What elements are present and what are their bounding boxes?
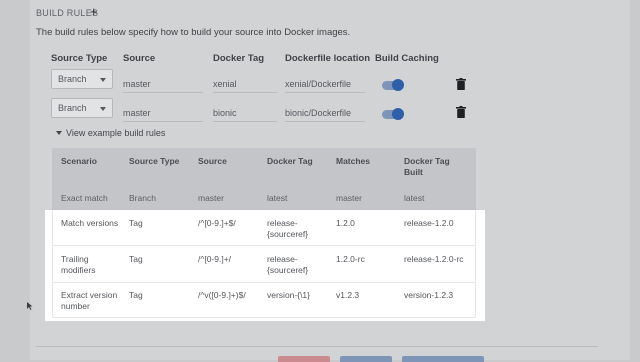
- trash-icon[interactable]: [456, 106, 466, 118]
- example-cell: v1.2.3: [336, 290, 360, 300]
- example-cell: /^[0-9.]+$/: [198, 218, 236, 228]
- view-example-rules-label: View example build rules: [66, 128, 166, 138]
- source-type-value: Branch: [58, 74, 87, 84]
- example-cell: master: [198, 193, 224, 203]
- column-source-type: Source Type: [51, 53, 108, 64]
- column-source: Source: [123, 53, 156, 64]
- example-header-matches: Matches: [336, 156, 371, 166]
- save-button[interactable]: [340, 356, 392, 362]
- chevron-down-icon: [100, 107, 106, 111]
- example-cell: Tag: [129, 218, 143, 228]
- trash-icon[interactable]: [456, 78, 466, 90]
- example-cell: release-1.2.0-rc: [404, 254, 464, 264]
- source-input[interactable]: master: [123, 75, 203, 93]
- caret-down-icon: [56, 131, 62, 135]
- chevron-down-icon: [100, 78, 106, 82]
- source-type-value: Branch: [58, 103, 87, 113]
- example-cell: version-1.2.3: [404, 290, 454, 300]
- example-header-source-type: Source Type: [129, 156, 180, 166]
- column-dockerfile-location: Dockerfile location: [285, 53, 370, 64]
- docker-tag-input[interactable]: xenial: [213, 75, 277, 93]
- example-cell: master: [336, 193, 362, 203]
- example-header-source: Source: [198, 156, 227, 166]
- delete-button[interactable]: [278, 356, 330, 362]
- example-cell: Exact match: [61, 193, 108, 203]
- row-divider: [52, 282, 476, 283]
- view-example-rules-link[interactable]: View example build rules: [56, 128, 165, 138]
- example-cell: Extract version number: [61, 290, 118, 311]
- footer-divider: [36, 346, 598, 347]
- example-header-docker-tag: Docker Tag: [267, 156, 313, 166]
- example-cell: /^v([0-9.]+)$/: [198, 290, 246, 300]
- example-cell: version-{\1}: [267, 290, 310, 300]
- source-type-select[interactable]: Branch: [51, 69, 113, 89]
- build-caching-toggle[interactable]: [382, 79, 404, 91]
- example-cell: Tag: [129, 290, 143, 300]
- build-caching-toggle[interactable]: [382, 108, 404, 120]
- example-cell: Tag: [129, 254, 143, 264]
- docker-tag-input[interactable]: bionic: [213, 104, 277, 122]
- source-type-select[interactable]: Branch: [51, 98, 113, 118]
- source-input[interactable]: master: [123, 104, 203, 122]
- example-cell: Trailing modifiers: [61, 254, 96, 275]
- dockerfile-location-input[interactable]: xenial/Dockerfile: [285, 75, 365, 93]
- save-and-build-button[interactable]: [402, 356, 484, 362]
- example-cell: /^[0-9.]+/: [198, 254, 232, 264]
- toggle-knob: [392, 108, 404, 120]
- example-cell: release-{sourceref}: [267, 254, 309, 275]
- example-cell: 1.2.0: [336, 218, 355, 228]
- example-header-docker-tag-built: Docker Tag Built: [404, 156, 450, 177]
- mouse-cursor-icon: [27, 302, 33, 310]
- add-rule-icon[interactable]: +: [90, 4, 98, 19]
- example-cell: 1.2.0-rc: [336, 254, 365, 264]
- column-docker-tag: Docker Tag: [213, 53, 265, 64]
- example-cell: latest: [404, 193, 425, 203]
- example-cell: latest: [267, 193, 288, 203]
- example-cell: Branch: [129, 193, 156, 203]
- toggle-knob: [392, 79, 404, 91]
- column-build-caching: Build Caching: [375, 53, 439, 64]
- section-title: BUILD RULES: [36, 8, 99, 18]
- example-cell: release-1.2.0: [404, 218, 454, 228]
- example-cell: release-{sourceref}: [267, 218, 309, 239]
- row-divider: [52, 245, 476, 246]
- section-description: The build rules below specify how to bui…: [36, 27, 351, 38]
- example-header-scenario: Scenario: [61, 156, 97, 166]
- example-cell: Match versions: [61, 218, 119, 228]
- dockerfile-location-input[interactable]: bionic/Dockerfile: [285, 104, 365, 122]
